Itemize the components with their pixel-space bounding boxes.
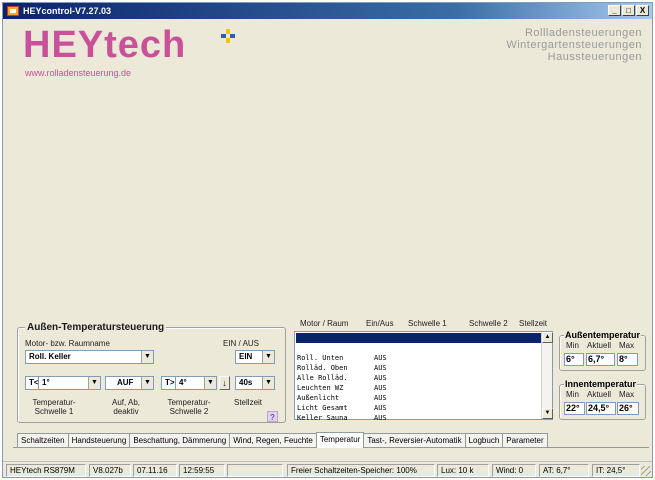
minimize-button[interactable]: _ <box>608 5 621 16</box>
current-label: Aktuell <box>587 341 612 350</box>
list-item[interactable]: Roll. Unten AUS <box>296 343 387 362</box>
resize-grip-icon[interactable] <box>641 466 651 476</box>
inside-min-value: 22° <box>564 402 585 415</box>
outside-temperature-title: Außentemperatur <box>564 330 642 340</box>
motor-select[interactable]: Roll. Keller ▼ <box>25 350 154 364</box>
title-bar[interactable]: HEYcontrol-V7.27.03 _ □ X <box>3 3 652 19</box>
status-device: HEYtech RS879M <box>6 464 86 477</box>
status-outside-temp: AT: 6,7° <box>539 464 589 477</box>
einaus-select-value: EIN <box>239 352 253 361</box>
threshold2-operator: T> <box>165 378 175 387</box>
outside-current-value: 6,7° <box>586 353 615 366</box>
threshold2-value: 4° <box>179 378 187 387</box>
tab-parameter[interactable]: Parameter <box>502 433 548 447</box>
list-item[interactable]: Roll. Keller EIN T<1°C ^ T>4°C v 40s <box>296 333 541 352</box>
tab-temperatur[interactable]: Temperatur <box>315 432 365 448</box>
motor-label: Motor- bzw. Raumname <box>25 339 110 348</box>
tagline-line: Wintergartensteuerungen <box>506 39 642 51</box>
caption-stellzeit: Stellzeit <box>234 398 263 407</box>
window-controls: _ □ X <box>608 5 649 16</box>
heytech-logo: HEYtech <box>23 24 187 66</box>
min-label: Min <box>566 390 579 399</box>
stellzeit-value: 40s <box>239 378 253 387</box>
status-empty <box>227 464 283 477</box>
current-label: Aktuell <box>587 390 612 399</box>
direction-value: AUF <box>117 378 134 387</box>
einaus-label: EIN / AUS <box>223 339 260 348</box>
caption-direction: Auf, Ab, deaktiv <box>111 398 141 416</box>
status-bar: HEYtech RS879M V8.027b 07.11.16 12:59:55… <box>3 461 652 477</box>
list-scrollbar[interactable]: ▲ ▼ <box>541 332 553 419</box>
col-header-schwelle1: Schwelle 1 <box>408 319 447 328</box>
outside-min-value: 6° <box>564 353 584 366</box>
chevron-down-icon[interactable]: ▼ <box>141 377 153 389</box>
caption-threshold2: Temperatur- Schwelle 2 <box>167 398 211 416</box>
status-lux: Lux: 10 k <box>437 464 489 477</box>
col-header-motor: Motor / Raum <box>300 319 349 328</box>
status-wind: Wind: 0 <box>492 464 536 477</box>
scroll-down-icon[interactable]: ▼ <box>542 408 553 419</box>
direction-select[interactable]: AUF ▼ <box>105 376 154 390</box>
max-label: Max <box>619 341 635 350</box>
tagline-line: Haussteuerungen <box>547 51 642 63</box>
status-time: 12:59:55 <box>179 464 225 477</box>
maximize-button[interactable]: □ <box>622 5 635 16</box>
list-item[interactable]: Alle Rolläd. AUS <box>296 363 387 382</box>
min-label: Min <box>566 341 579 350</box>
tab-beschattung[interactable]: Beschattung, Dämmerung <box>129 433 231 447</box>
chevron-down-icon[interactable]: ▼ <box>262 377 274 389</box>
motor-select-value: Roll. Keller <box>29 352 71 361</box>
list-item[interactable]: Leuchten WZ AUS <box>296 373 387 392</box>
status-date: 07.11.16 <box>133 464 177 477</box>
tagline: Rollladensteuerungen Wintergartensteueru… <box>506 27 642 63</box>
list-item[interactable]: Keller Sauna AUS <box>296 403 387 422</box>
inside-current-value: 24,5° <box>586 402 616 415</box>
header: HEYtech www.rolladensteuerung.de Rolllad… <box>3 19 652 85</box>
chevron-down-icon[interactable]: ▼ <box>141 351 153 363</box>
chevron-down-icon[interactable]: ▼ <box>204 377 216 389</box>
help-icon[interactable]: ? <box>267 411 278 422</box>
inside-temperature-title: Innentemperatur <box>564 379 638 389</box>
list-item[interactable]: Licht Gesamt AUS <box>296 393 387 412</box>
status-memory: Freier Schaltzeiten-Speicher: 100% <box>287 464 435 477</box>
threshold1-select[interactable]: T< 1° ▼ <box>25 376 101 390</box>
scroll-up-icon[interactable]: ▲ <box>542 332 553 343</box>
logo-plus-icon <box>221 29 235 43</box>
logo-url: www.rolladensteuerung.de <box>25 68 132 78</box>
tab-wind-regen[interactable]: Wind, Regen, Feuchte <box>229 433 317 447</box>
max-label: Max <box>619 390 635 399</box>
group-title: Außen-Temperatursteuerung <box>25 322 167 333</box>
tab-handsteuerung[interactable]: Handsteuerung <box>67 433 131 447</box>
motor-list[interactable]: Roll. Keller EIN T<1°C ^ T>4°C v 40s Roll. U… <box>294 331 553 422</box>
tab-bar: Schaltzeiten Handsteuerung Beschattung, … <box>17 432 548 448</box>
threshold1-value: 1° <box>42 378 50 387</box>
tab-tast-reversier[interactable]: Tast-, Reversier-Automatik <box>363 433 466 447</box>
outside-max-value: 8° <box>617 353 638 366</box>
col-header-einaus: Ein/Aus <box>366 319 394 328</box>
status-version: V8.027b <box>89 464 131 477</box>
arrow-down-icon[interactable]: ↓ <box>219 376 230 390</box>
list-item[interactable]: Außenlicht AUS <box>296 383 387 402</box>
col-header-schwelle2: Schwelle 2 <box>469 319 508 328</box>
stellzeit-select[interactable]: 40s ▼ <box>235 376 275 390</box>
einaus-select[interactable]: EIN ▼ <box>235 350 275 364</box>
app-window: HEYcontrol-V7.27.03 _ □ X HEYtech www.ro… <box>2 2 653 478</box>
status-inside-temp: IT: 24,5° <box>592 464 640 477</box>
tagline-line: Rollladensteuerungen <box>524 27 642 39</box>
window-title: HEYcontrol-V7.27.03 <box>23 6 112 16</box>
chevron-down-icon[interactable]: ▼ <box>88 377 100 389</box>
tab-logbuch[interactable]: Logbuch <box>464 433 504 447</box>
app-icon <box>7 6 19 16</box>
threshold2-select[interactable]: T> 4° ▼ <box>161 376 217 390</box>
col-header-stellzeit: Stellzeit <box>519 319 548 328</box>
list-item[interactable]: Rolläd. Oben AUS <box>296 353 387 372</box>
tab-schaltzeiten[interactable]: Schaltzeiten <box>17 433 69 447</box>
caption-threshold1: Temperatur- Schwelle 1 <box>32 398 76 416</box>
inside-max-value: 26° <box>617 402 639 415</box>
chevron-down-icon[interactable]: ▼ <box>262 351 274 363</box>
close-button[interactable]: X <box>636 5 649 16</box>
